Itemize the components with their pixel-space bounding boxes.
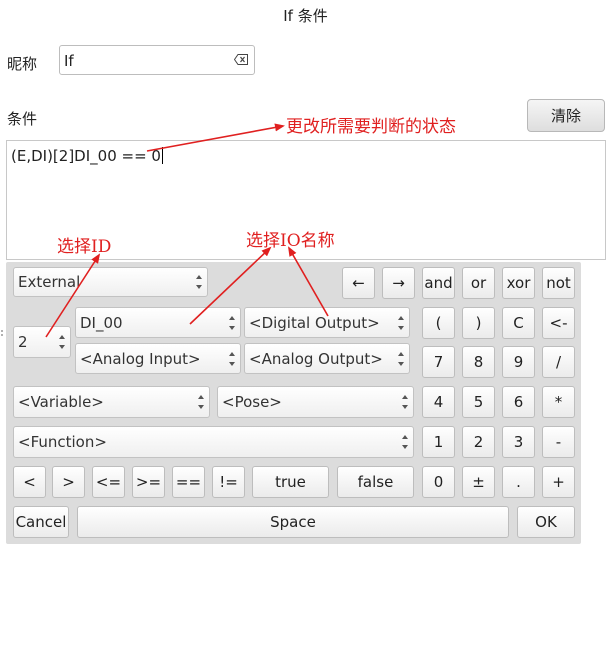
space-button[interactable]: Space [77, 506, 509, 538]
function-select[interactable]: <Function> [13, 426, 414, 458]
nickname-label: 昵称 [7, 55, 38, 73]
spin-arrows-icon [398, 351, 405, 366]
key-and[interactable]: and [422, 267, 455, 299]
analog-input-select[interactable]: <Analog Input> [75, 343, 241, 374]
spin-arrows-icon [398, 315, 405, 330]
pose-select[interactable]: <Pose> [217, 386, 414, 418]
condition-label: 条件 [7, 110, 38, 128]
key-greater-equal[interactable]: >= [132, 466, 165, 498]
key-less-equal[interactable]: <= [92, 466, 125, 498]
clear-button[interactable]: 清除 [527, 99, 605, 132]
function-select-value: <Function> [18, 433, 107, 451]
key-less-than[interactable]: < [13, 466, 46, 498]
id-spinbox[interactable]: 2 [13, 326, 71, 358]
text-caret [161, 147, 163, 164]
variable-select-value: <Variable> [18, 393, 104, 411]
annotation-select-io-name: 选择IO名称 [246, 231, 335, 251]
key-left-arrow[interactable]: ← [342, 267, 375, 299]
key-backspace[interactable]: <- [542, 307, 575, 339]
key-minus[interactable]: - [542, 426, 575, 458]
key-true[interactable]: true [252, 466, 329, 498]
key-6[interactable]: 6 [502, 386, 535, 418]
spin-arrows-icon [198, 395, 205, 409]
annotation-select-id: 选择ID [57, 237, 112, 257]
io-name-select[interactable]: DI_00 [75, 307, 241, 338]
key-plus[interactable]: + [542, 466, 575, 498]
key-4[interactable]: 4 [422, 386, 455, 418]
key-false[interactable]: false [337, 466, 414, 498]
key-or[interactable]: or [462, 267, 495, 299]
key-multiply[interactable]: * [542, 386, 575, 418]
resize-grip-icon[interactable] [0, 322, 4, 336]
nickname-value: If [64, 52, 74, 70]
key-decimal[interactable]: . [502, 466, 535, 498]
key-divide[interactable]: / [542, 346, 575, 378]
source-select[interactable]: External [13, 267, 208, 297]
digital-output-select[interactable]: <Digital Output> [244, 307, 410, 338]
variable-select[interactable]: <Variable> [13, 386, 210, 418]
digital-output-select-value: <Digital Output> [249, 313, 380, 332]
analog-output-select[interactable]: <Analog Output> [244, 343, 410, 374]
key-7[interactable]: 7 [422, 346, 455, 378]
key-1[interactable]: 1 [422, 426, 455, 458]
key-equal[interactable]: == [172, 466, 205, 498]
key-greater-than[interactable]: > [52, 466, 85, 498]
cancel-button[interactable]: Cancel [13, 506, 69, 538]
key-not-equal[interactable]: != [212, 466, 245, 498]
clear-text-icon[interactable] [234, 54, 248, 65]
nickname-field[interactable]: If [59, 45, 255, 75]
spin-arrows-icon [229, 351, 236, 366]
analog-output-select-value: <Analog Output> [249, 349, 383, 368]
analog-input-select-value: <Analog Input> [80, 349, 201, 368]
expression-keypad: External ← → and or xor not 2 DI_00 <Dig… [6, 262, 581, 544]
key-xor[interactable]: xor [502, 267, 535, 299]
spin-arrows-icon [229, 315, 236, 330]
key-not[interactable]: not [542, 267, 575, 299]
key-5[interactable]: 5 [462, 386, 495, 418]
spin-arrows-icon [196, 275, 203, 289]
key-9[interactable]: 9 [502, 346, 535, 378]
condition-expression: (E,DI)[2]DI_00 == 0 [11, 147, 161, 165]
key-2[interactable]: 2 [462, 426, 495, 458]
ok-button[interactable]: OK [517, 506, 575, 538]
id-spinbox-value: 2 [18, 333, 28, 351]
key-open-paren[interactable]: ( [422, 307, 455, 339]
source-select-value: External [18, 273, 81, 291]
key-right-arrow[interactable]: → [382, 267, 415, 299]
key-clear[interactable]: C [502, 307, 535, 339]
annotation-change-state: 更改所需要判断的状态 [286, 117, 456, 137]
spin-arrows-icon [402, 435, 409, 449]
window-title: If 条件 [283, 7, 328, 25]
spin-arrows-icon [402, 395, 409, 409]
key-close-paren[interactable]: ) [462, 307, 495, 339]
key-8[interactable]: 8 [462, 346, 495, 378]
spin-arrows-icon [59, 335, 66, 349]
key-plus-minus[interactable]: ± [462, 466, 495, 498]
key-0[interactable]: 0 [422, 466, 455, 498]
pose-select-value: <Pose> [222, 393, 282, 411]
key-3[interactable]: 3 [502, 426, 535, 458]
io-name-select-value: DI_00 [80, 313, 123, 332]
